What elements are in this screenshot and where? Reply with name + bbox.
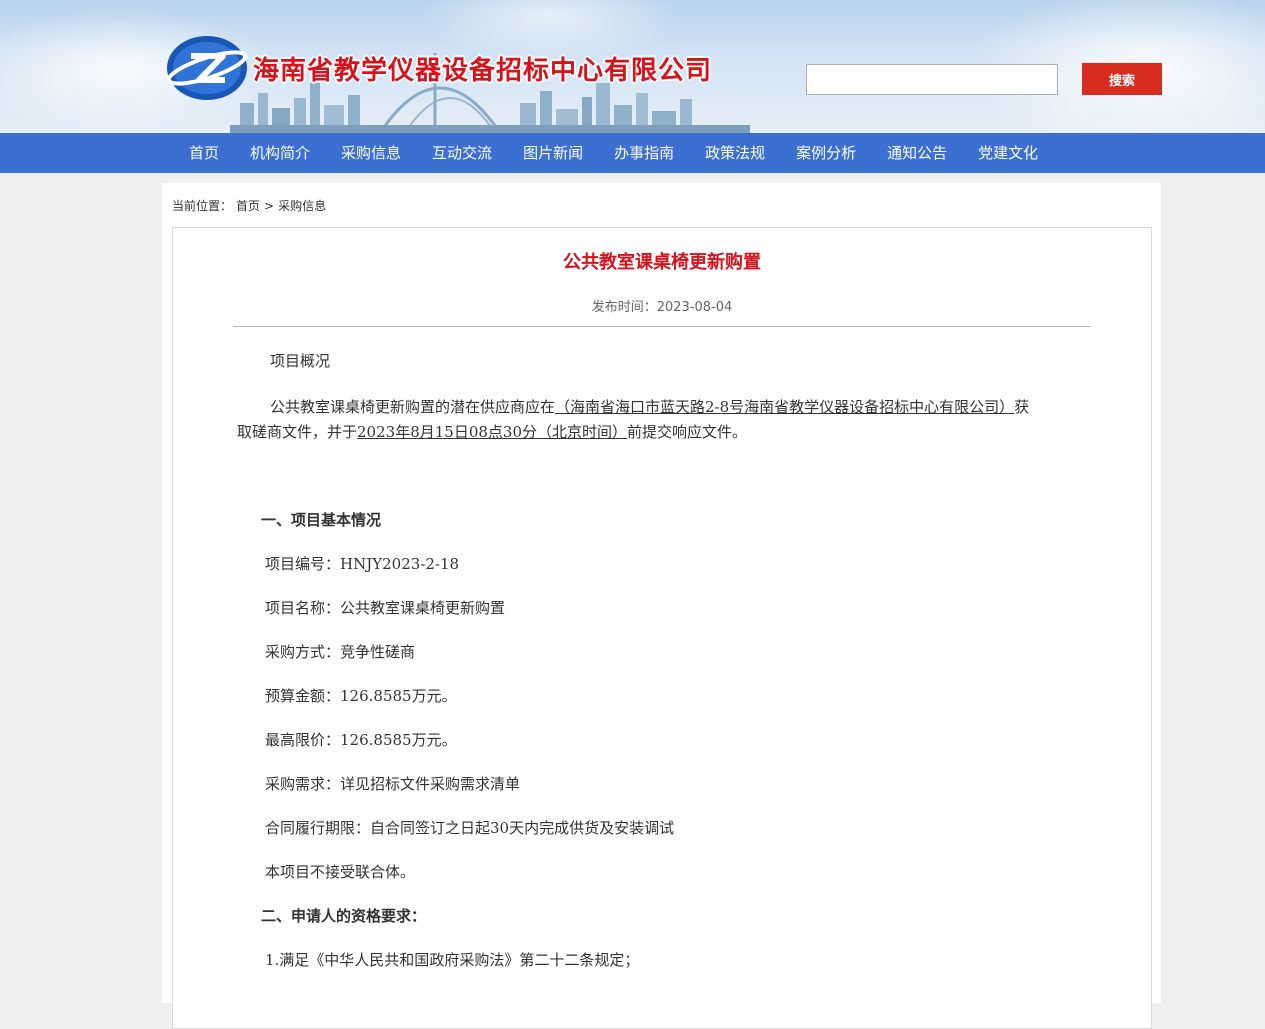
nav-item-home[interactable]: 首页 [172, 133, 236, 173]
breadcrumb: 当前位置： 首页 > 采购信息 [172, 197, 330, 214]
project-number: 项目编号：HNJY2023-2-18 [265, 555, 460, 573]
project-name: 项目名称：公共教室课桌椅更新购置 [265, 599, 506, 617]
intro-deadline-link: 2023年8月15日08点30分（北京时间） [357, 423, 627, 441]
breadcrumb-prefix: 当前位置： [172, 199, 233, 213]
nav-item-party[interactable]: 党建文化 [961, 133, 1055, 173]
intro-line-2: 取磋商文件，并于2023年8月15日08点30分（北京时间）前提交响应文件。 [237, 421, 747, 442]
title-divider [233, 326, 1091, 327]
site-name: 海南省教学仪器设备招标中心有限公司 [253, 56, 713, 86]
section2-heading: 二、申请人的资格要求： [261, 907, 427, 925]
search-button[interactable]: 搜索 [1082, 63, 1162, 95]
intro-text-2: 获 [1014, 398, 1030, 416]
content-container: 当前位置： 首页 > 采购信息 公共教室课桌椅更新购置 发布时间：2023-08-04… [162, 183, 1161, 1029]
budget-amount: 预算金额：126.8585万元。 [265, 687, 457, 705]
search-input[interactable] [806, 64, 1058, 95]
article-date: 发布时间：2023-08-04 [591, 300, 733, 315]
site-header: 海南省教学仪器设备招标中心有限公司 搜索 [0, 0, 1265, 133]
article-panel: 公共教室课桌椅更新购置 发布时间：2023-08-04 项目概况 公共教室课桌椅… [172, 227, 1152, 1029]
nav-item-cases[interactable]: 案例分析 [779, 133, 873, 173]
intro-text-3: 取磋商文件，并于 [237, 423, 358, 441]
nav-item-guide[interactable]: 办事指南 [597, 133, 691, 173]
intro-text-4: 前提交响应文件。 [627, 423, 748, 441]
intro-address-link: （海南省海口市蓝天路2-8号海南省教学仪器设备招标中心有限公司） [555, 398, 1015, 416]
nav-item-policy[interactable]: 政策法规 [688, 133, 782, 173]
consortium-note: 本项目不接受联合体。 [265, 863, 416, 881]
intro-line-1: 公共教室课桌椅更新购置的潜在供应商应在（海南省海口市蓝天路2-8号海南省教学仪器… [270, 396, 1029, 417]
nav-item-notices[interactable]: 通知公告 [870, 133, 964, 173]
article-title: 公共教室课桌椅更新购置 [563, 252, 761, 273]
nav-item-procurement[interactable]: 采购信息 [324, 133, 418, 173]
procurement-demand: 采购需求：详见招标文件采购需求清单 [265, 775, 521, 793]
contract-period: 合同履行期限：自合同签订之日起30天内完成供货及安装调试 [265, 819, 675, 837]
overview-label: 项目概况 [270, 352, 331, 370]
section1-heading: 一、项目基本情况 [261, 511, 382, 529]
intro-text-1: 公共教室课桌椅更新购置的潜在供应商应在 [270, 398, 556, 416]
breadcrumb-home-link[interactable]: 首页 [236, 199, 260, 213]
max-price: 最高限价：126.8585万元。 [265, 731, 457, 749]
nav-item-interaction[interactable]: 互动交流 [415, 133, 509, 173]
breadcrumb-separator: > [264, 199, 275, 213]
breadcrumb-current-link[interactable]: 采购信息 [278, 199, 326, 213]
nav-item-about[interactable]: 机构简介 [233, 133, 327, 173]
requirement-1: 1.满足《中华人民共和国政府采购法》第二十二条规定； [265, 951, 640, 969]
company-logo-icon [166, 36, 248, 100]
nav-item-photo-news[interactable]: 图片新闻 [506, 133, 600, 173]
main-nav: 首页 机构简介 采购信息 互动交流 图片新闻 办事指南 政策法规 案例分析 通知… [0, 133, 1265, 173]
procurement-method: 采购方式：竞争性磋商 [265, 643, 416, 661]
